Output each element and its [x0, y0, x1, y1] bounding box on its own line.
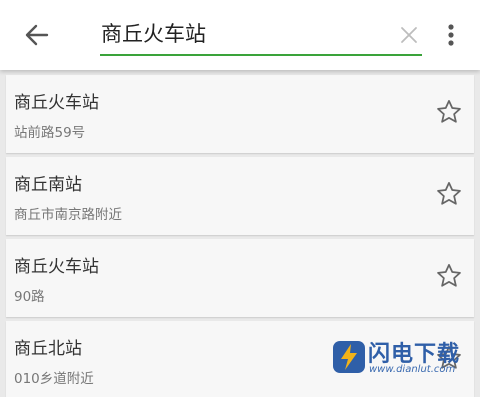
site-watermark: 闪电下载 www.dianlut.com [332, 338, 470, 382]
close-icon [401, 27, 417, 43]
star-outline-icon [437, 100, 461, 123]
result-name: 商丘火车站 [14, 93, 99, 113]
search-screen: 商丘火车站 站前路59号 商丘南站 商丘市南京路附近 商丘火车站 90路 [0, 0, 480, 397]
result-name: 商丘南站 [14, 175, 82, 195]
more-vertical-icon [448, 24, 454, 46]
result-name: 商丘火车站 [14, 257, 99, 277]
more-options-button[interactable] [440, 20, 462, 50]
star-outline-icon [437, 264, 461, 287]
search-input[interactable] [101, 14, 391, 52]
result-name: 商丘北站 [14, 339, 82, 359]
favorite-button[interactable] [435, 262, 463, 290]
result-item[interactable]: 商丘南站 商丘市南京路附近 [6, 157, 474, 235]
lightning-logo-icon [333, 341, 365, 373]
clear-search-button[interactable] [398, 24, 420, 46]
arrow-back-icon [25, 24, 49, 46]
result-item[interactable]: 商丘火车站 90路 [6, 239, 474, 317]
result-item[interactable]: 商丘火车站 站前路59号 [6, 75, 474, 153]
watermark-url: www.dianlut.com [369, 364, 456, 375]
favorite-button[interactable] [435, 98, 463, 126]
search-underline [100, 54, 422, 56]
result-address: 90路 [14, 289, 45, 305]
favorite-button[interactable] [435, 180, 463, 208]
result-address: 商丘市南京路附近 [14, 207, 122, 223]
back-button[interactable] [22, 20, 52, 50]
result-address: 010乡道附近 [14, 371, 94, 387]
star-outline-icon [437, 182, 461, 205]
search-toolbar [0, 0, 480, 70]
result-address: 站前路59号 [14, 125, 86, 141]
